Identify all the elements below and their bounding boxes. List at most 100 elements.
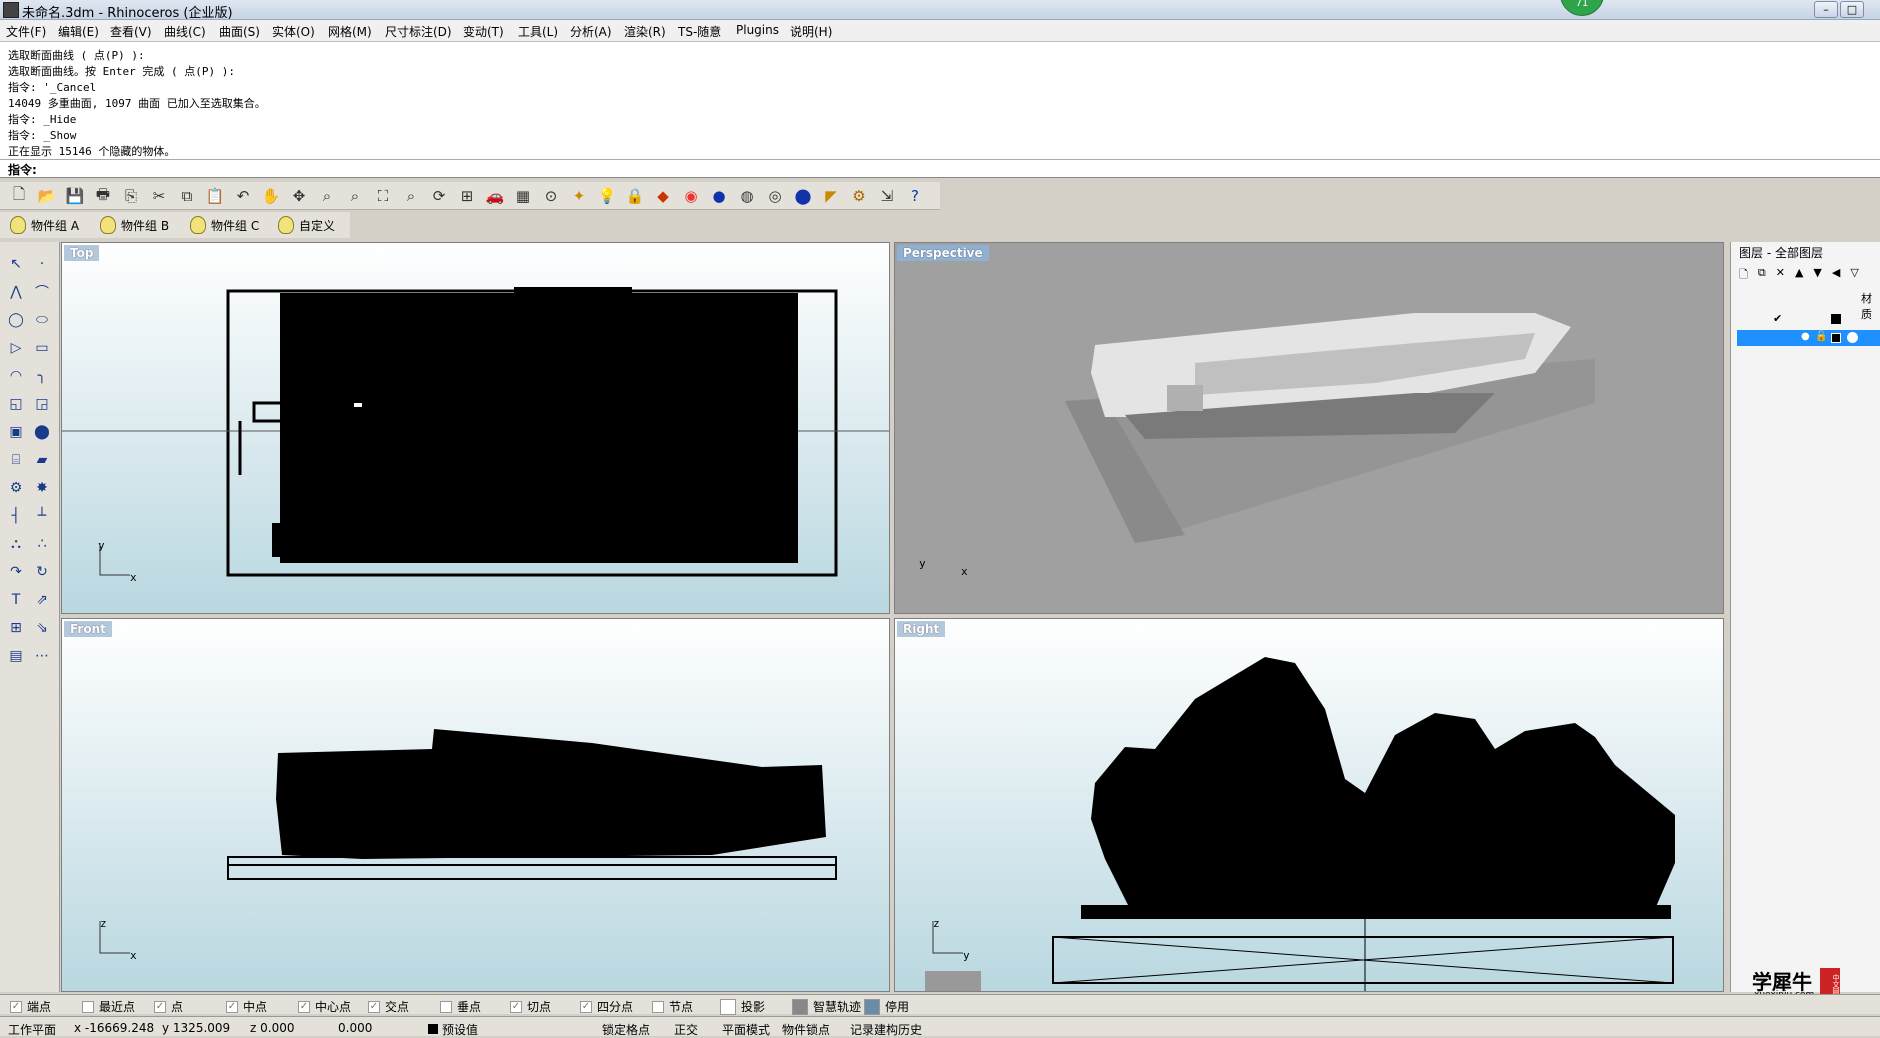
pan-icon[interactable]: ✋ bbox=[260, 185, 282, 207]
group-b-button[interactable]: 物件组 B bbox=[100, 215, 169, 235]
checkbox[interactable]: ✓ bbox=[10, 1000, 22, 1013]
custom-group-button[interactable]: 自定义 bbox=[278, 215, 335, 235]
layer-material-icon[interactable] bbox=[1847, 332, 1858, 343]
filter-icon[interactable]: ▽ bbox=[1850, 266, 1858, 285]
explode-icon[interactable]: ✸ bbox=[30, 476, 54, 500]
status-planar-button[interactable]: 平面模式 bbox=[722, 1021, 770, 1038]
command-input[interactable]: 指令: bbox=[0, 160, 1880, 178]
menu-mesh[interactable]: 网格(M) bbox=[328, 23, 372, 40]
gear-tool-icon[interactable]: ⚙ bbox=[4, 476, 28, 500]
checkbox[interactable] bbox=[440, 1000, 452, 1013]
menu-file[interactable]: 文件(F) bbox=[6, 23, 46, 40]
status-grid-snap-button[interactable]: 锁定格点 bbox=[602, 1021, 650, 1038]
group-c-button[interactable]: 物件组 C bbox=[190, 215, 259, 235]
material-icon[interactable]: ◆ bbox=[652, 185, 674, 207]
move-up-icon[interactable]: ▲ bbox=[1795, 266, 1803, 285]
paste-icon[interactable]: 📋 bbox=[204, 185, 226, 207]
osnap-near[interactable]: 最近点 bbox=[82, 998, 135, 1015]
array-icon[interactable]: ⊞ bbox=[4, 616, 28, 640]
gear-icon[interactable]: ⚙ bbox=[848, 185, 870, 207]
status-history-button[interactable]: 记录建构历史 bbox=[850, 1021, 922, 1038]
osnap-perpendicular[interactable]: 垂点 bbox=[440, 998, 481, 1015]
viewport-top[interactable]: Top y x bbox=[61, 242, 890, 614]
grid-icon[interactable]: ▦ bbox=[512, 185, 534, 207]
wire-sphere-icon[interactable]: ◍ bbox=[736, 185, 758, 207]
polygon-icon[interactable]: ▷ bbox=[4, 336, 28, 360]
box-icon[interactable]: ▣ bbox=[4, 420, 28, 444]
checkbox[interactable]: ✓ bbox=[510, 1000, 522, 1013]
blue-sphere-icon[interactable]: ⬤ bbox=[792, 185, 814, 207]
transform-icon[interactable]: ⇘ bbox=[30, 616, 54, 640]
import-icon[interactable]: ⎘ bbox=[120, 185, 142, 207]
split-icon[interactable]: ┴ bbox=[30, 504, 54, 528]
rotate-view-icon[interactable]: ✥ bbox=[288, 185, 310, 207]
status-osnap-button[interactable]: 物件锁点 bbox=[782, 1021, 830, 1038]
osnap-quadrant[interactable]: ✓ 四分点 bbox=[580, 998, 633, 1015]
four-views-icon[interactable]: ⊞ bbox=[456, 185, 478, 207]
layer-lock-icon[interactable]: 🔓 bbox=[1815, 331, 1827, 342]
menu-solid[interactable]: 实体(O) bbox=[272, 23, 315, 40]
osnap-intersection[interactable]: ✓ 交点 bbox=[368, 998, 409, 1015]
print-icon[interactable]: 🖶 bbox=[92, 185, 114, 207]
osnap-tangent[interactable]: ✓ 切点 bbox=[510, 998, 551, 1015]
menu-tools[interactable]: 工具(L) bbox=[518, 23, 558, 40]
color-wheel-icon[interactable]: ◉ bbox=[680, 185, 702, 207]
lock-icon[interactable]: 🔒 bbox=[624, 185, 646, 207]
menu-transform[interactable]: 变动(T) bbox=[463, 23, 504, 40]
layer-color-swatch[interactable] bbox=[1831, 314, 1841, 324]
cut-icon[interactable]: ✂ bbox=[148, 185, 170, 207]
text-icon[interactable]: T bbox=[4, 588, 28, 612]
osnap-center[interactable]: ✓ 中心点 bbox=[298, 998, 351, 1015]
viewport-front[interactable]: Front z x bbox=[61, 618, 890, 992]
layer-color-swatch[interactable] bbox=[1831, 333, 1841, 343]
group-a-button[interactable]: 物件组 A bbox=[10, 215, 79, 235]
dimension-icon[interactable]: ⇗ bbox=[30, 588, 54, 612]
command-history[interactable]: 选取断面曲线 ( 点(P) ): 选取断面曲线。按 Enter 完成 ( 点(P… bbox=[0, 42, 1880, 160]
menu-help[interactable]: 说明(H) bbox=[790, 23, 832, 40]
shaded-icon[interactable]: ✦ bbox=[568, 185, 590, 207]
zoom-icon[interactable]: ⌕ bbox=[316, 185, 338, 207]
checkbox[interactable]: ✓ bbox=[368, 1000, 380, 1013]
light-icon[interactable]: 💡 bbox=[596, 185, 618, 207]
checkbox[interactable]: ✓ bbox=[298, 1000, 310, 1013]
move-tool-icon[interactable]: ↷ bbox=[4, 560, 28, 584]
maximize-button[interactable]: □ bbox=[1840, 1, 1864, 18]
mesh-icon[interactable]: ▰ bbox=[30, 448, 54, 472]
checkbox[interactable]: ✓ bbox=[154, 1000, 166, 1013]
tag-icon[interactable]: ◤ bbox=[820, 185, 842, 207]
solid-icon[interactable]: ▤ bbox=[4, 644, 28, 668]
viewport-right[interactable]: Right z y bbox=[894, 618, 1724, 992]
osnap-knot[interactable]: 节点 bbox=[652, 998, 693, 1015]
layer-row-selected[interactable]: ● 🔓 bbox=[1737, 330, 1880, 346]
checkbox[interactable] bbox=[652, 1000, 664, 1013]
menu-surface[interactable]: 曲面(S) bbox=[219, 23, 260, 40]
surface-icon[interactable]: ◱ bbox=[4, 392, 28, 416]
rotate-icon[interactable]: ⟳ bbox=[428, 185, 450, 207]
undo-icon[interactable]: ↶ bbox=[232, 185, 254, 207]
help-icon[interactable]: ? bbox=[904, 185, 926, 207]
group-tool-icon[interactable]: ⛬ bbox=[4, 532, 28, 556]
osnap-endpoint[interactable]: ✓ 端点 bbox=[10, 998, 51, 1015]
menu-curve[interactable]: 曲线(C) bbox=[164, 23, 206, 40]
osnap-icon[interactable]: ⊙ bbox=[540, 185, 562, 207]
osnap-midpoint[interactable]: ✓ 中点 bbox=[226, 998, 267, 1015]
curve-icon[interactable]: ⌒ bbox=[30, 280, 54, 304]
zoom-extents-icon[interactable]: ⛶ bbox=[372, 185, 394, 207]
minimize-button[interactable]: – bbox=[1814, 1, 1838, 18]
car-icon[interactable]: 🚗 bbox=[484, 185, 506, 207]
new-sublayer-icon[interactable]: ⧉ bbox=[1758, 266, 1766, 285]
new-layer-icon[interactable]: 🗋 bbox=[1739, 266, 1748, 285]
checkbox[interactable]: ✓ bbox=[226, 1000, 238, 1013]
menu-ts[interactable]: TS-随意 bbox=[678, 23, 721, 40]
status-ortho-button[interactable]: 正交 bbox=[674, 1021, 698, 1038]
osnap-point[interactable]: ✓ 点 bbox=[154, 998, 183, 1015]
checkbox[interactable] bbox=[864, 998, 880, 1015]
collapse-icon[interactable]: ◀ bbox=[1832, 266, 1840, 285]
polyline-icon[interactable]: ⋀ bbox=[4, 280, 28, 304]
menu-plugins[interactable]: Plugins bbox=[736, 23, 779, 37]
arc-icon[interactable]: ◠ bbox=[4, 364, 28, 388]
zoom-selected-icon[interactable]: ⌕ bbox=[400, 185, 422, 207]
point-icon[interactable]: · bbox=[30, 252, 54, 276]
menu-render[interactable]: 渲染(R) bbox=[624, 23, 666, 40]
trim-icon[interactable]: ┤ bbox=[4, 504, 28, 528]
